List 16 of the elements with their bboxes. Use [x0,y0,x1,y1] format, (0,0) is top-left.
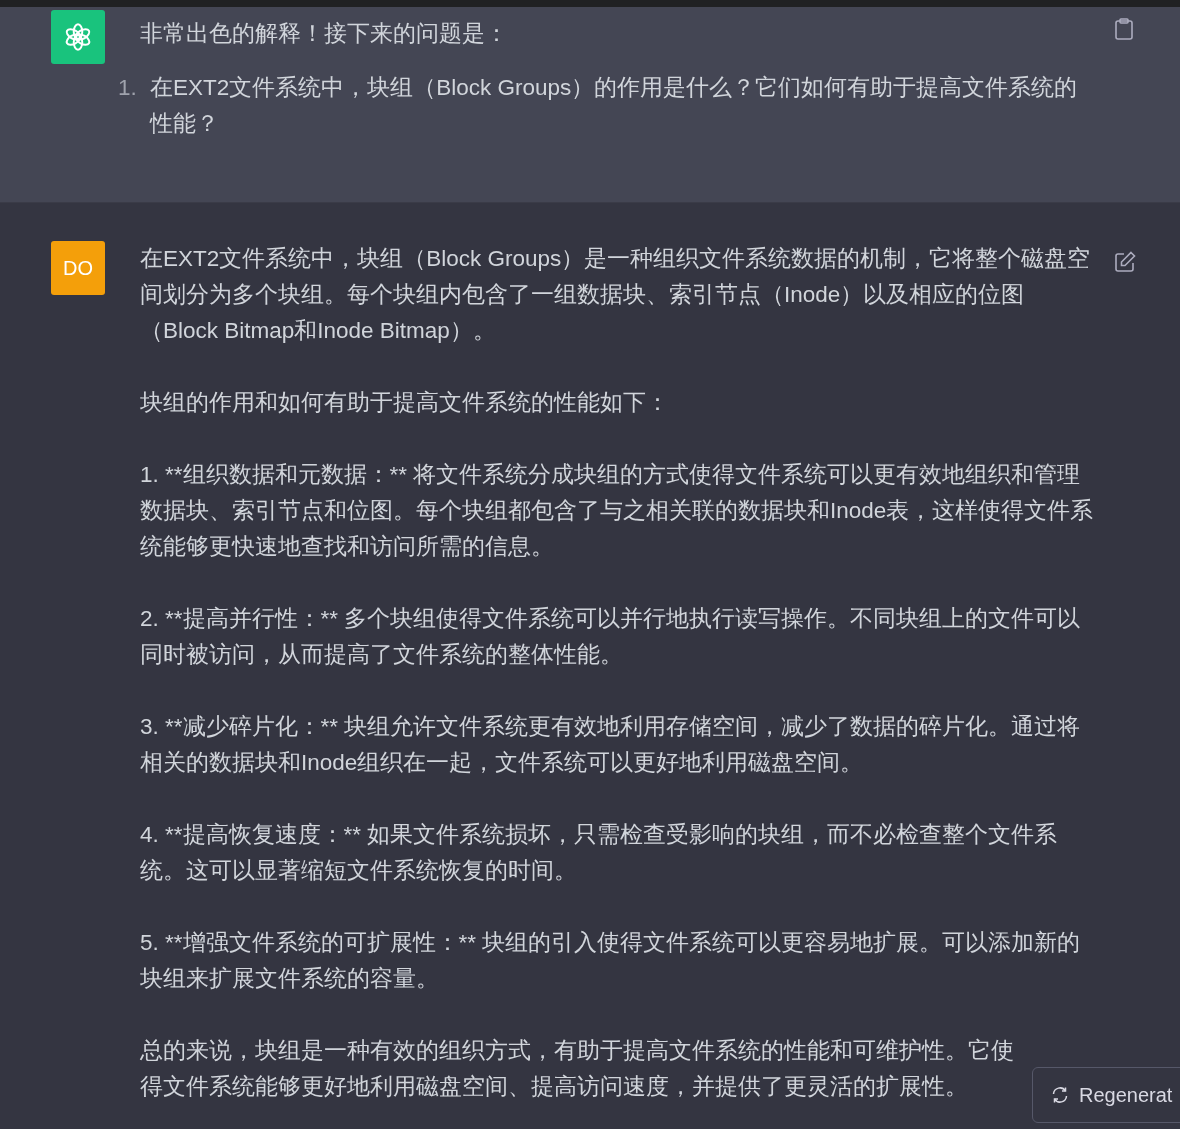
message-paragraph: 4. **提高恢复速度：** 如果文件系统损坏，只需检查受影响的块组，而不必检查整个文件系统。这可以显著缩短文件系统恢复的时间。 [140,821,1059,885]
list-number: 1. [118,74,138,102]
message-paragraph: 3. **减少碎片化：** 块组允许文件系统更有效地利用存储空间，减少了数据的碎片化。通过将相关的数据块和Inode组织在一起，文件系统可以更好地利用磁盘空间。 [140,713,1082,777]
message-text: 非常出色的解释！接下来的问题是： [140,20,509,48]
user-avatar: DO [51,241,105,295]
edit-icon[interactable] [1114,251,1136,273]
message-paragraph: 1. **组织数据和元数据：** 将文件系统分成块组的方式使得文件系统可以更有效地组织和管理数据块、索引节点和位图。每个块组都包含了与之相关联的数据块和Inode表，这样使得文件系统能够更快速地查找和访问所需的信息。 [140,461,1095,561]
message-paragraph: 在EXT2文件系统中，块组（Block Groups）是一种组织文件系统数据的机制，它将整个磁盘空间划分为多个块组。每个块组内包含了一组数据块、索引节点（Inode）以及相应的位图（Block Bitmap和Inode Bitmap）。 [140,245,1092,345]
message-paragraph: 2. **提高并行性：** 多个块组使得文件系统可以并行地执行读写操作。不同块组上的文件可以同时被访问，从而提高了文件系统的整体性能。 [140,605,1082,669]
regenerate-button[interactable]: Regenerat [1032,1067,1180,1123]
message-paragraph: 5. **增强文件系统的可扩展性：** 块组的引入使得文件系统可以更容易地扩展。可以添加新的块组来扩展文件系统的容量。 [140,929,1082,993]
list-item-text: 在EXT2文件系统中，块组（Block Groups）的作用是什么？它们如何有助于提高文件系统的性能？ [150,74,1079,138]
message-paragraph: 块组的作用和如何有助于提高文件系统的性能如下： [140,389,670,417]
message-paragraph: 总的来说，块组是一种有效的组织方式，有助于提高文件系统的性能和可维护性。它使得文件系统能够更好地利用磁盘空间、提高访问速度，并提供了更灵活的扩展性。 [140,1037,1015,1101]
refresh-icon [1051,1086,1069,1104]
clipboard-icon[interactable] [1114,18,1134,40]
